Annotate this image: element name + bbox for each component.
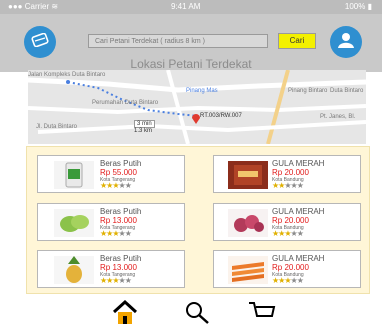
product-card[interactable]: GULA MERAH Rp 20.000 Kota Bandung ★★★★★ (213, 250, 361, 288)
rating-stars: ★★★★★ (100, 276, 132, 285)
product-name: Beras Putih (100, 159, 142, 168)
product-name: Beras Putih (100, 254, 142, 263)
rating-stars: ★★★★★ (100, 181, 132, 190)
product-name: GULA MERAH (272, 159, 325, 168)
product-name: Beras Putih (100, 207, 142, 216)
gula-merah-pack-thumb (228, 161, 268, 189)
map-title: Lokasi Petani Terdekat (130, 57, 252, 71)
product-price: Rp 20.000 (272, 263, 309, 272)
map-label: Pt. Janes, Bl. (320, 114, 356, 120)
product-panel: Beras Putih Rp 55.000 Kota Tangerang ★★★… (26, 146, 370, 294)
menu-icon (31, 32, 49, 52)
destination-pin-icon (192, 111, 200, 129)
beras-sack-thumb (54, 161, 94, 189)
green-fruit-thumb (54, 209, 94, 237)
user-icon (336, 31, 356, 54)
product-price: Rp 13.000 (100, 216, 137, 225)
carrots-thumb (228, 256, 268, 284)
product-price: Rp 20.000 (272, 216, 309, 225)
map-label: Perumahan Duta Bintaro (92, 100, 159, 106)
product-card[interactable]: Beras Putih Rp 13.000 Kota Tangerang ★★★… (37, 250, 185, 288)
map-label: Jl. Duta Bintaro (36, 124, 78, 130)
product-price: Rp 13.000 (100, 263, 137, 272)
destination-label: RT.003/RW.007 (200, 113, 242, 119)
profile-button[interactable] (330, 26, 362, 58)
battery-status: 100% ▮ (344, 2, 372, 11)
rating-stars: ★★★★★ (272, 181, 304, 190)
product-card[interactable]: Beras Putih Rp 13.000 Kota Tangerang ★★★… (37, 203, 185, 241)
rating-stars: ★★★★★ (100, 229, 132, 238)
status-time: 9:41 AM (171, 2, 201, 11)
product-card[interactable]: GULA MERAH Rp 20.000 Kota Bandung ★★★★★ (213, 155, 361, 193)
rating-stars: ★★★★★ (272, 276, 304, 285)
red-onion-thumb (228, 209, 268, 237)
menu-button[interactable] (24, 26, 56, 58)
product-card[interactable]: Beras Putih Rp 55.000 Kota Tangerang ★★★… (37, 155, 185, 193)
map-label: Pinang Mas (186, 88, 218, 94)
product-card[interactable]: GULA MERAH Rp 20.000 Kota Bandung ★★★★★ (213, 203, 361, 241)
search-input[interactable]: Cari Petani Terdekat ( radius 8 km ) (88, 34, 268, 48)
product-name: GULA MERAH (272, 207, 325, 216)
route-time-label: 3 min (134, 120, 155, 128)
product-price: Rp 55.000 (100, 168, 137, 177)
search-button[interactable]: Cari (278, 33, 316, 49)
product-price: Rp 20.000 (272, 168, 309, 177)
route-distance-label: 1.3 km (134, 128, 153, 134)
map-roads (28, 70, 366, 144)
map-label: Jalan Kompleks Duta Bintaro (28, 72, 106, 78)
carrier-signal: ●●● Carrier ≋ (8, 2, 59, 11)
status-bar: ●●● Carrier ≋ 9:41 AM 100% ▮ (0, 0, 382, 14)
search-placeholder: Cari Petani Terdekat ( radius 8 km ) (95, 38, 205, 45)
product-name: GULA MERAH (272, 254, 325, 263)
map-label: Duta Bintaro (330, 88, 364, 94)
pineapple-thumb (54, 256, 94, 284)
rating-stars: ★★★★★ (272, 229, 304, 238)
map-view[interactable]: Jalan Kompleks Duta Bintaro Perumahan Du… (28, 70, 366, 144)
map-label: Pinang Bintaro (288, 88, 328, 94)
